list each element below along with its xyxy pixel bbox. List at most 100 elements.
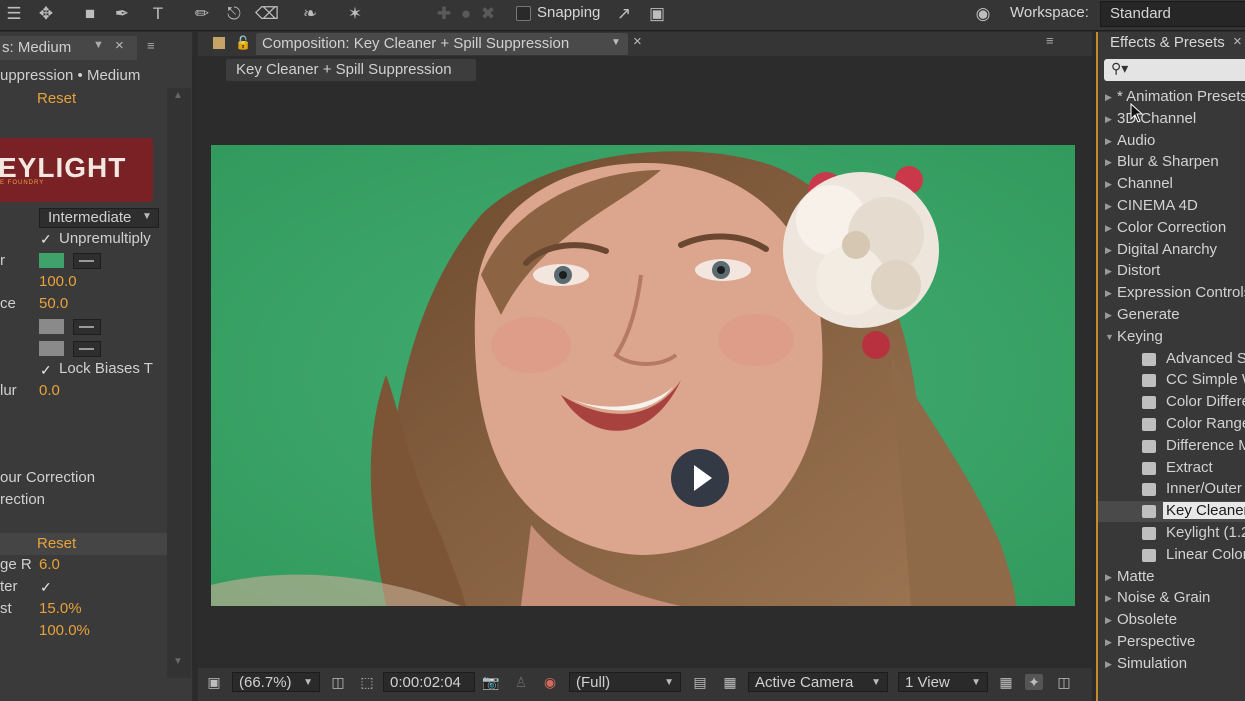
effects-search-input[interactable]: ⚲▾ bbox=[1104, 59, 1245, 81]
value-6[interactable]: 6.0 bbox=[39, 556, 60, 573]
effect-category[interactable]: ▶ CINEMA 4D bbox=[1098, 196, 1245, 217]
timecode-field[interactable]: 0:00:02:04 bbox=[383, 672, 475, 692]
expand-triangle-icon[interactable]: ▶ bbox=[1105, 152, 1112, 173]
expand-triangle-icon[interactable]: ▶ bbox=[1105, 305, 1112, 326]
effect-category[interactable]: ▶ Simulation bbox=[1098, 654, 1245, 675]
camera-select[interactable]: Active Camera ▼ bbox=[748, 672, 888, 692]
expand-triangle-icon[interactable]: ▶ bbox=[1105, 218, 1112, 239]
effect-item[interactable]: Color Difference Key bbox=[1098, 392, 1245, 413]
composition-viewer[interactable] bbox=[211, 145, 1075, 606]
effect-category[interactable]: ▶ Distort bbox=[1098, 261, 1245, 282]
fx-close-icon[interactable]: × bbox=[1233, 33, 1242, 50]
snap-toggle-icon[interactable]: ▣ bbox=[645, 3, 669, 25]
snapping-checkbox[interactable] bbox=[516, 6, 531, 21]
screen-colour-eyedropper-icon[interactable] bbox=[73, 253, 101, 269]
effect-item[interactable]: Extract bbox=[1098, 458, 1245, 479]
expand-triangle-icon[interactable]: ▶ bbox=[1105, 131, 1112, 152]
effect-category[interactable]: ▼ Keying bbox=[1098, 327, 1245, 348]
value-0[interactable]: 0.0 bbox=[39, 382, 60, 399]
expand-triangle-icon[interactable]: ▶ bbox=[1105, 109, 1112, 130]
text-tool-icon[interactable]: T bbox=[146, 3, 170, 25]
effect-category[interactable]: ▶ Channel bbox=[1098, 174, 1245, 195]
value-100[interactable]: 100.0 bbox=[39, 273, 77, 290]
effect-item[interactable]: Inner/Outer Key bbox=[1098, 479, 1245, 500]
effect-category[interactable]: ▶ Noise & Grain bbox=[1098, 588, 1245, 609]
effects-presets-title[interactable]: Effects & Presets bbox=[1110, 34, 1225, 51]
zoom-select[interactable]: (66.7%) ▼ bbox=[232, 672, 320, 692]
view-select[interactable]: 1 View ▼ bbox=[898, 672, 988, 692]
brush-tool-icon[interactable]: ✏ bbox=[190, 3, 214, 25]
effect-item[interactable]: Linear Color Key bbox=[1098, 545, 1245, 566]
value-100pct[interactable]: 100.0% bbox=[39, 622, 90, 639]
effect-category[interactable]: ▶ Digital Anarchy bbox=[1098, 240, 1245, 261]
effect-item[interactable]: Key Cleaner bbox=[1098, 501, 1245, 523]
comp-breadcrumb[interactable]: Key Cleaner + Spill Suppression bbox=[226, 59, 476, 81]
target-region-icon[interactable]: ▤ bbox=[691, 674, 709, 690]
expand-triangle-icon[interactable]: ▶ bbox=[1105, 654, 1112, 675]
channels-icon[interactable]: ◉ bbox=[541, 674, 559, 690]
effect-item[interactable]: Keylight (1.2) bbox=[1098, 523, 1245, 544]
eyedropper-1-icon[interactable] bbox=[73, 319, 101, 335]
clone-stamp-icon[interactable]: ⎋ bbox=[222, 3, 246, 25]
effect-controls-tab[interactable]: s: Medium ▼ × bbox=[0, 36, 137, 60]
effect-category[interactable]: ▶ 3D Channel bbox=[1098, 109, 1245, 130]
region-of-interest-icon[interactable]: ⬚ bbox=[358, 674, 376, 690]
fast-previews-icon[interactable]: ✦ bbox=[1025, 674, 1043, 690]
workspace-toggle-icon[interactable]: ◉ bbox=[968, 3, 998, 25]
expand-triangle-icon[interactable]: ▶ bbox=[1105, 588, 1112, 609]
snapshot-icon[interactable]: 📷 bbox=[482, 674, 500, 690]
roto-brush-icon[interactable]: ❧ bbox=[298, 3, 322, 25]
resolution-select[interactable]: (Full) ▼ bbox=[569, 672, 681, 692]
center-checkbox[interactable]: ✓ bbox=[40, 580, 52, 594]
mode-dropdown[interactable]: Intermediate ▼ bbox=[39, 208, 159, 228]
expand-triangle-icon[interactable]: ▶ bbox=[1105, 261, 1112, 282]
toggle-pixel-aspect-icon[interactable]: ▦ bbox=[997, 674, 1015, 690]
comp-tab-close-icon[interactable]: × bbox=[633, 33, 642, 50]
value-15pct[interactable]: 15.0% bbox=[39, 600, 82, 617]
expand-triangle-icon[interactable]: ▶ bbox=[1105, 283, 1112, 304]
snap-options-icon[interactable]: ↗ bbox=[612, 3, 636, 25]
expand-triangle-icon[interactable]: ▶ bbox=[1105, 196, 1112, 217]
fit-icon[interactable]: ◫ bbox=[329, 674, 347, 690]
comp-tab-dropdown-icon[interactable]: ▼ bbox=[611, 37, 621, 48]
effect-category[interactable]: ▶ Color Correction bbox=[1098, 218, 1245, 239]
tab-dropdown-icon[interactable]: ▼ bbox=[93, 39, 104, 51]
workspace-select[interactable]: Standard bbox=[1100, 1, 1245, 27]
scroll-up-icon[interactable]: ▲ bbox=[173, 90, 183, 101]
expand-triangle-icon[interactable]: ▶ bbox=[1105, 567, 1112, 588]
effect-category[interactable]: ▶ Expression Controls bbox=[1098, 283, 1245, 304]
effect-category[interactable]: ▶ Perspective bbox=[1098, 632, 1245, 653]
expand-triangle-icon[interactable]: ▶ bbox=[1105, 174, 1112, 195]
expand-triangle-icon[interactable]: ▶ bbox=[1105, 632, 1112, 653]
lock-icon[interactable]: 🔓 bbox=[235, 35, 251, 51]
composition-tab[interactable]: Composition: Key Cleaner + Spill Suppres… bbox=[256, 33, 628, 55]
effect-category[interactable]: ▶ Obsolete bbox=[1098, 610, 1245, 631]
lock-biases-checkbox[interactable]: ✓ bbox=[40, 363, 52, 377]
panel-menu-icon[interactable]: ≡ bbox=[147, 38, 155, 53]
always-preview-icon[interactable]: ▣ bbox=[205, 674, 223, 690]
pan-behind-icon[interactable]: ✥ bbox=[34, 3, 58, 25]
collapse-triangle-icon[interactable]: ▼ bbox=[1105, 327, 1114, 348]
unpremultiply-checkbox[interactable]: ✓ bbox=[40, 232, 52, 246]
timeline-icon[interactable]: ◫ bbox=[1055, 674, 1073, 690]
eyedropper-2-icon[interactable] bbox=[73, 341, 101, 357]
reset-link-1[interactable]: Reset bbox=[37, 90, 76, 107]
eraser-tool-icon[interactable]: ⌫ bbox=[255, 3, 279, 25]
show-snapshot-icon[interactable]: ♙ bbox=[512, 674, 530, 690]
tab-close-icon[interactable]: × bbox=[115, 37, 124, 54]
effect-category[interactable]: ▶ Audio bbox=[1098, 131, 1245, 152]
effect-category[interactable]: ▶ Generate bbox=[1098, 305, 1245, 326]
play-button[interactable] bbox=[671, 449, 729, 507]
expand-triangle-icon[interactable]: ▶ bbox=[1105, 610, 1112, 631]
screen-colour-swatch[interactable] bbox=[39, 253, 64, 268]
scroll-down-icon[interactable]: ▼ bbox=[173, 656, 183, 667]
expand-triangle-icon[interactable]: ▶ bbox=[1105, 87, 1112, 108]
effect-category[interactable]: ▶ Matte bbox=[1098, 567, 1245, 588]
left-scrollbar[interactable]: ▲ ▼ bbox=[167, 88, 191, 678]
effect-category[interactable]: ▶ Blur & Sharpen bbox=[1098, 152, 1245, 173]
effect-item[interactable]: Color Range bbox=[1098, 414, 1245, 435]
rectangle-tool-icon[interactable]: ■ bbox=[78, 3, 102, 25]
gray-swatch-2[interactable] bbox=[39, 341, 64, 356]
reset-link-2[interactable]: Reset bbox=[37, 535, 76, 552]
effect-item[interactable]: Difference Matte bbox=[1098, 436, 1245, 457]
